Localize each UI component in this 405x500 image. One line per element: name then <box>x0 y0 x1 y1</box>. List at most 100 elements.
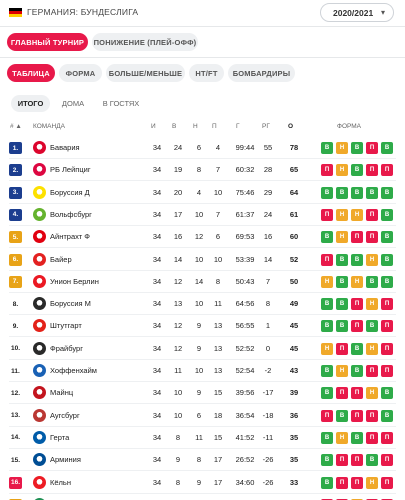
form-badge[interactable]: П <box>351 454 363 467</box>
table-row[interactable]: 10. Фрайбург 34 12 9 13 52:52 0 45 Н П В Н П <box>0 338 405 360</box>
team-name[interactable]: РБ Лейпциг <box>50 165 91 174</box>
team-name[interactable]: Герта <box>50 433 69 442</box>
form-badge[interactable]: В <box>321 454 333 467</box>
form-badge[interactable]: П <box>351 231 363 244</box>
col-team[interactable]: КОМАНДА <box>33 123 65 130</box>
table-row[interactable]: 17.Вердер347101736:57-2131ППНПП <box>0 494 405 500</box>
form-badge[interactable]: В <box>351 142 363 154</box>
form-badge[interactable]: П <box>381 298 393 311</box>
form-badge[interactable]: В <box>321 365 333 377</box>
col-draws[interactable]: Н <box>193 123 198 130</box>
table-row[interactable]: 6. Байер 34 14 10 10 53:39 14 52 П В В Н В <box>0 249 405 271</box>
form-badge[interactable]: Н <box>336 208 348 221</box>
table-row[interactable]: 8. Боруссия М 34 13 10 11 64:56 8 49 В В П Н П <box>0 293 405 316</box>
form-badge[interactable]: Н <box>336 431 348 444</box>
form-badge[interactable]: П <box>336 387 348 400</box>
tab-ht-ft[interactable]: HT/FT <box>189 64 224 82</box>
form-badge[interactable]: В <box>336 275 348 288</box>
form-badge[interactable]: П <box>321 164 333 177</box>
team-logo-icon[interactable] <box>33 207 46 221</box>
form-badge[interactable]: Н <box>336 231 348 244</box>
col-goals[interactable]: Г <box>236 123 240 130</box>
team-logo-icon[interactable] <box>33 185 46 199</box>
team-logo-icon[interactable] <box>33 252 46 266</box>
team-logo-icon[interactable] <box>33 319 46 333</box>
form-badge[interactable]: В <box>351 431 363 444</box>
form-badge[interactable]: Н <box>366 476 378 489</box>
team-name[interactable]: Вольфсбург <box>50 210 92 219</box>
team-name[interactable]: Фрайбург <box>50 344 83 353</box>
table-row[interactable]: 12. Майнц 34 10 9 15 39:56 -17 39 В П П Н В <box>0 382 405 405</box>
form-badge[interactable]: П <box>381 164 393 177</box>
form-badge[interactable]: В <box>351 186 363 199</box>
team-name[interactable]: Кёльн <box>50 478 71 487</box>
table-row[interactable]: 5. Айнтрахт Ф 34 16 12 6 69:53 16 60 В Н П П В <box>0 226 405 249</box>
form-badge[interactable]: В <box>381 409 393 422</box>
form-badge[interactable]: П <box>336 476 348 489</box>
form-badge[interactable]: П <box>351 387 363 400</box>
table-row[interactable]: 9. Штутгарт 34 12 9 13 56:55 1 45 В В П В П <box>0 315 405 338</box>
team-name[interactable]: Байер <box>50 255 72 264</box>
team-logo-icon[interactable] <box>33 141 46 154</box>
form-badge[interactable]: В <box>336 253 348 266</box>
form-badge[interactable]: Н <box>366 298 378 311</box>
form-badge[interactable]: П <box>351 409 363 422</box>
team-name[interactable]: Хоффенхайм <box>50 366 97 375</box>
form-badge[interactable]: П <box>366 231 378 244</box>
table-row[interactable]: 16. Кёльн 34 8 9 17 34:60 -26 33 В П П Н П <box>0 472 405 494</box>
table-row[interactable]: 7. Унион Берлин 34 12 14 8 50:43 7 50 Н В Н В В <box>0 271 405 293</box>
form-badge[interactable]: П <box>351 476 363 489</box>
team-logo-icon[interactable] <box>33 475 46 489</box>
form-badge[interactable]: П <box>336 342 348 355</box>
form-badge[interactable]: П <box>366 164 378 177</box>
table-row[interactable]: 3. Боруссия Д 34 20 4 10 75:46 29 64 В В В В В <box>0 182 405 204</box>
form-badge[interactable]: П <box>381 431 393 444</box>
tab-over-under[interactable]: БОЛЬШЕ/МЕНЬШЕ <box>106 64 185 82</box>
form-badge[interactable]: Н <box>366 342 378 355</box>
team-logo-icon[interactable] <box>33 297 46 311</box>
form-badge[interactable]: П <box>366 409 378 422</box>
form-badge[interactable]: В <box>366 454 378 467</box>
team-logo-icon[interactable] <box>33 163 46 177</box>
form-badge[interactable]: П <box>366 365 378 377</box>
form-badge[interactable]: В <box>336 320 348 333</box>
col-losses[interactable]: П <box>212 123 217 130</box>
form-badge[interactable]: П <box>336 454 348 467</box>
form-badge[interactable]: П <box>321 409 333 422</box>
form-badge[interactable]: В <box>321 387 333 400</box>
tab-top-scorers[interactable]: БОМБАРДИРЫ <box>228 64 295 82</box>
form-badge[interactable]: Н <box>321 275 333 288</box>
team-logo-icon[interactable] <box>33 453 46 467</box>
form-badge[interactable]: Н <box>366 253 378 266</box>
team-name[interactable]: Унион Берлин <box>50 277 99 286</box>
form-badge[interactable]: В <box>321 231 333 244</box>
league-title[interactable]: ГЕРМАНИЯ: БУНДЕСЛИГА <box>27 7 138 17</box>
form-badge[interactable]: Н <box>351 208 363 221</box>
form-badge[interactable]: Н <box>366 387 378 400</box>
team-logo-icon[interactable] <box>33 386 46 400</box>
table-row[interactable]: 11. Хоффенхайм 34 11 10 13 52:54 -2 43 В Н В П П <box>0 360 405 382</box>
form-badge[interactable]: П <box>381 320 393 333</box>
col-played[interactable]: И <box>151 123 156 130</box>
form-badge[interactable]: В <box>351 164 363 177</box>
form-badge[interactable]: П <box>366 431 378 444</box>
form-badge[interactable]: П <box>366 142 378 154</box>
form-badge[interactable]: В <box>381 387 393 400</box>
form-badge[interactable]: П <box>381 476 393 489</box>
form-badge[interactable]: П <box>321 208 333 221</box>
form-badge[interactable]: В <box>366 186 378 199</box>
team-name[interactable]: Бавария <box>50 143 80 152</box>
form-badge[interactable]: П <box>381 454 393 467</box>
tab-form[interactable]: ФОРМА <box>59 64 102 82</box>
team-logo-icon[interactable] <box>33 341 46 355</box>
form-badge[interactable]: В <box>321 431 333 444</box>
tab-total[interactable]: ИТОГО <box>11 95 50 112</box>
form-badge[interactable]: П <box>351 320 363 333</box>
col-diff[interactable]: РГ <box>262 123 270 130</box>
table-row[interactable]: 4. Вольфсбург 34 17 10 7 61:37 24 61 П Н Н П В <box>0 204 405 226</box>
form-badge[interactable]: В <box>321 142 333 154</box>
form-badge[interactable]: В <box>351 342 363 355</box>
team-name[interactable]: Боруссия М <box>50 299 91 308</box>
col-points[interactable]: О <box>288 123 293 130</box>
form-badge[interactable]: П <box>381 342 393 355</box>
